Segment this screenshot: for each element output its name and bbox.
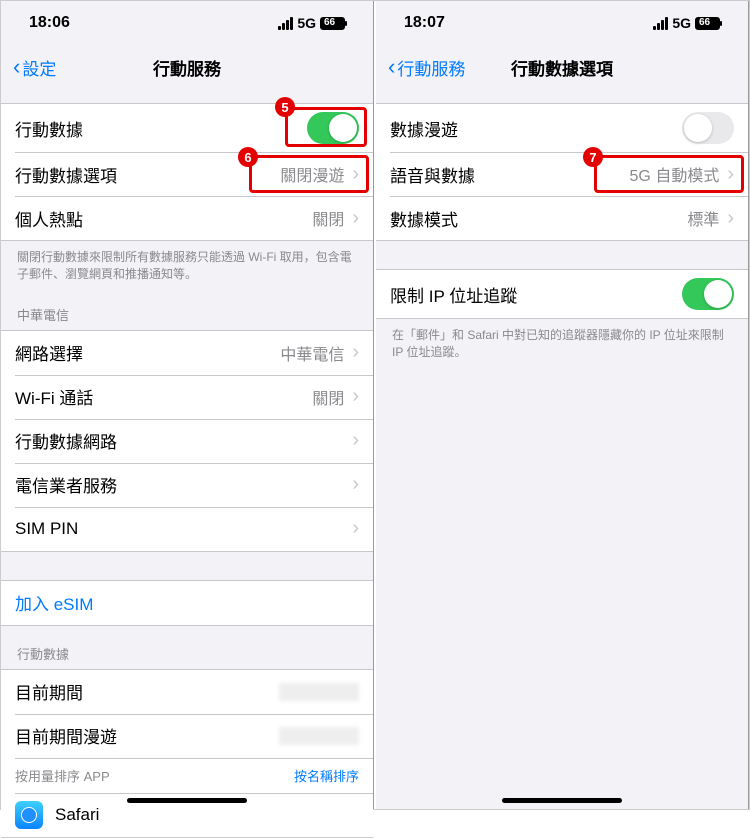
badge-6: 6 [238, 147, 258, 167]
limit-ip-toggle[interactable] [682, 278, 734, 310]
row-data-network[interactable]: 行動數據網路 › [1, 419, 373, 463]
group-esim: 加入 eSIM [1, 580, 373, 626]
section-header-usage: 行動數據 [1, 626, 373, 669]
row-value: 關閉 [312, 385, 344, 409]
row-value: 5G 自動模式 [630, 162, 720, 186]
row-label: 行動數據選項 [15, 162, 280, 187]
row-current-period[interactable]: 目前期間 [1, 670, 373, 714]
row-data-roaming[interactable]: 數據漫遊 [376, 104, 748, 152]
nav-bar: ‹ 設定 行動服務 [1, 45, 373, 89]
sort-label: 按用量排序 APP [15, 766, 294, 785]
phone-right: 18:07 5G 66 ‹ 行動服務 行動數據選項 數據漫遊 語音與數據 5G … [376, 1, 749, 809]
row-label: 個人熱點 [15, 206, 312, 231]
chevron-right-icon: › [352, 341, 359, 364]
row-label: Wi-Fi 通話 [15, 384, 312, 409]
row-value: 關閉漫遊 [280, 162, 344, 186]
row-label: 限制 IP 位址追蹤 [390, 282, 682, 307]
status-bar: 18:07 5G 66 [376, 1, 748, 45]
group-usage: 目前期間 目前期間漫遊 按用量排序 APP 按名稱排序 Safari [1, 669, 373, 838]
signal-icon [653, 17, 668, 30]
chevron-right-icon: › [727, 163, 734, 186]
row-value: 中華電信 [280, 341, 344, 365]
chevron-right-icon: › [352, 517, 359, 540]
status-right: 5G 66 [653, 15, 720, 31]
row-add-esim[interactable]: 加入 eSIM [1, 581, 373, 625]
row-label: 目前期間漫遊 [15, 723, 279, 748]
clock: 18:07 [404, 14, 445, 32]
section-header-carrier: 中華電信 [1, 287, 373, 330]
footer-note: 關閉行動數據來限制所有數據服務只能透過 Wi-Fi 取用，包含電子郵件、瀏覽網頁… [1, 241, 373, 287]
network-label: 5G [297, 15, 316, 31]
status-right: 5G 66 [278, 15, 345, 31]
battery-icon: 66 [320, 17, 345, 30]
app-name: Safari [55, 805, 359, 825]
row-sort[interactable]: 按用量排序 APP 按名稱排序 [1, 758, 373, 793]
group-privacy: 限制 IP 位址追蹤 [376, 269, 748, 319]
home-indicator[interactable] [502, 798, 622, 803]
nav-bar: ‹ 行動服務 行動數據選項 [376, 45, 748, 89]
home-indicator[interactable] [127, 798, 247, 803]
row-sim-pin[interactable]: SIM PIN › [1, 507, 373, 551]
row-label: 數據模式 [390, 206, 687, 231]
network-label: 5G [672, 15, 691, 31]
row-hotspot[interactable]: 個人熱點 關閉 › [1, 196, 373, 240]
row-label: 加入 eSIM [15, 590, 359, 615]
chevron-left-icon: ‹ [388, 54, 395, 80]
group-primary: 行動數據 5 行動數據選項 關閉漫遊 › 6 個人熱點 關閉 › [1, 103, 373, 241]
row-current-period-roaming[interactable]: 目前期間漫遊 [1, 714, 373, 758]
row-label: 數據漫遊 [390, 116, 682, 141]
chevron-right-icon: › [352, 163, 359, 186]
phone-left: 18:06 5G 66 ‹ 設定 行動服務 行動數據 5 行動數據選項 關閉漫遊… [1, 1, 374, 809]
chevron-right-icon: › [352, 385, 359, 408]
back-button[interactable]: ‹ 設定 [13, 54, 56, 80]
back-button[interactable]: ‹ 行動服務 [388, 54, 465, 80]
battery-icon: 66 [695, 17, 720, 30]
back-label: 行動服務 [397, 55, 465, 80]
footer-note: 在「郵件」和 Safari 中對已知的追蹤器隱藏你的 IP 位址來限制 IP 位… [376, 319, 748, 365]
group-options: 數據漫遊 語音與數據 5G 自動模式 › 7 數據模式 標準 › [376, 103, 748, 241]
row-value: 關閉 [312, 206, 344, 230]
row-carrier-services[interactable]: 電信業者服務 › [1, 463, 373, 507]
row-data-options[interactable]: 行動數據選項 關閉漫遊 › 6 [1, 152, 373, 196]
row-label: 電信業者服務 [15, 472, 344, 497]
badge-7: 7 [583, 147, 603, 167]
signal-icon [278, 17, 293, 30]
row-wifi-calling[interactable]: Wi-Fi 通話 關閉 › [1, 375, 373, 419]
row-label: 網路選擇 [15, 340, 280, 365]
badge-5: 5 [275, 97, 295, 117]
chevron-right-icon: › [352, 473, 359, 496]
row-label: 行動數據網路 [15, 428, 344, 453]
status-bar: 18:06 5G 66 [1, 1, 373, 45]
row-data-mode[interactable]: 數據模式 標準 › [376, 196, 748, 240]
mobile-data-toggle[interactable] [307, 112, 359, 144]
roaming-toggle[interactable] [682, 112, 734, 144]
chevron-right-icon: › [727, 207, 734, 230]
sort-link[interactable]: 按名稱排序 [294, 766, 359, 785]
row-value: 標準 [687, 206, 719, 230]
safari-icon [15, 801, 43, 829]
blurred-value [279, 683, 359, 701]
row-network-selection[interactable]: 網路選擇 中華電信 › [1, 331, 373, 375]
page-title: 行動服務 [1, 55, 373, 80]
row-label: SIM PIN [15, 519, 344, 539]
chevron-right-icon: › [352, 429, 359, 452]
row-mobile-data[interactable]: 行動數據 5 [1, 104, 373, 152]
chevron-left-icon: ‹ [13, 54, 20, 80]
row-label: 目前期間 [15, 679, 279, 704]
clock: 18:06 [29, 14, 70, 32]
chevron-right-icon: › [352, 207, 359, 230]
row-limit-ip-tracking[interactable]: 限制 IP 位址追蹤 [376, 270, 748, 318]
row-label: 行動數據 [15, 116, 307, 141]
blurred-value [279, 727, 359, 745]
row-voice-data[interactable]: 語音與數據 5G 自動模式 › 7 [376, 152, 748, 196]
group-carrier: 網路選擇 中華電信 › Wi-Fi 通話 關閉 › 行動數據網路 › 電信業者服… [1, 330, 373, 552]
back-label: 設定 [22, 55, 56, 80]
